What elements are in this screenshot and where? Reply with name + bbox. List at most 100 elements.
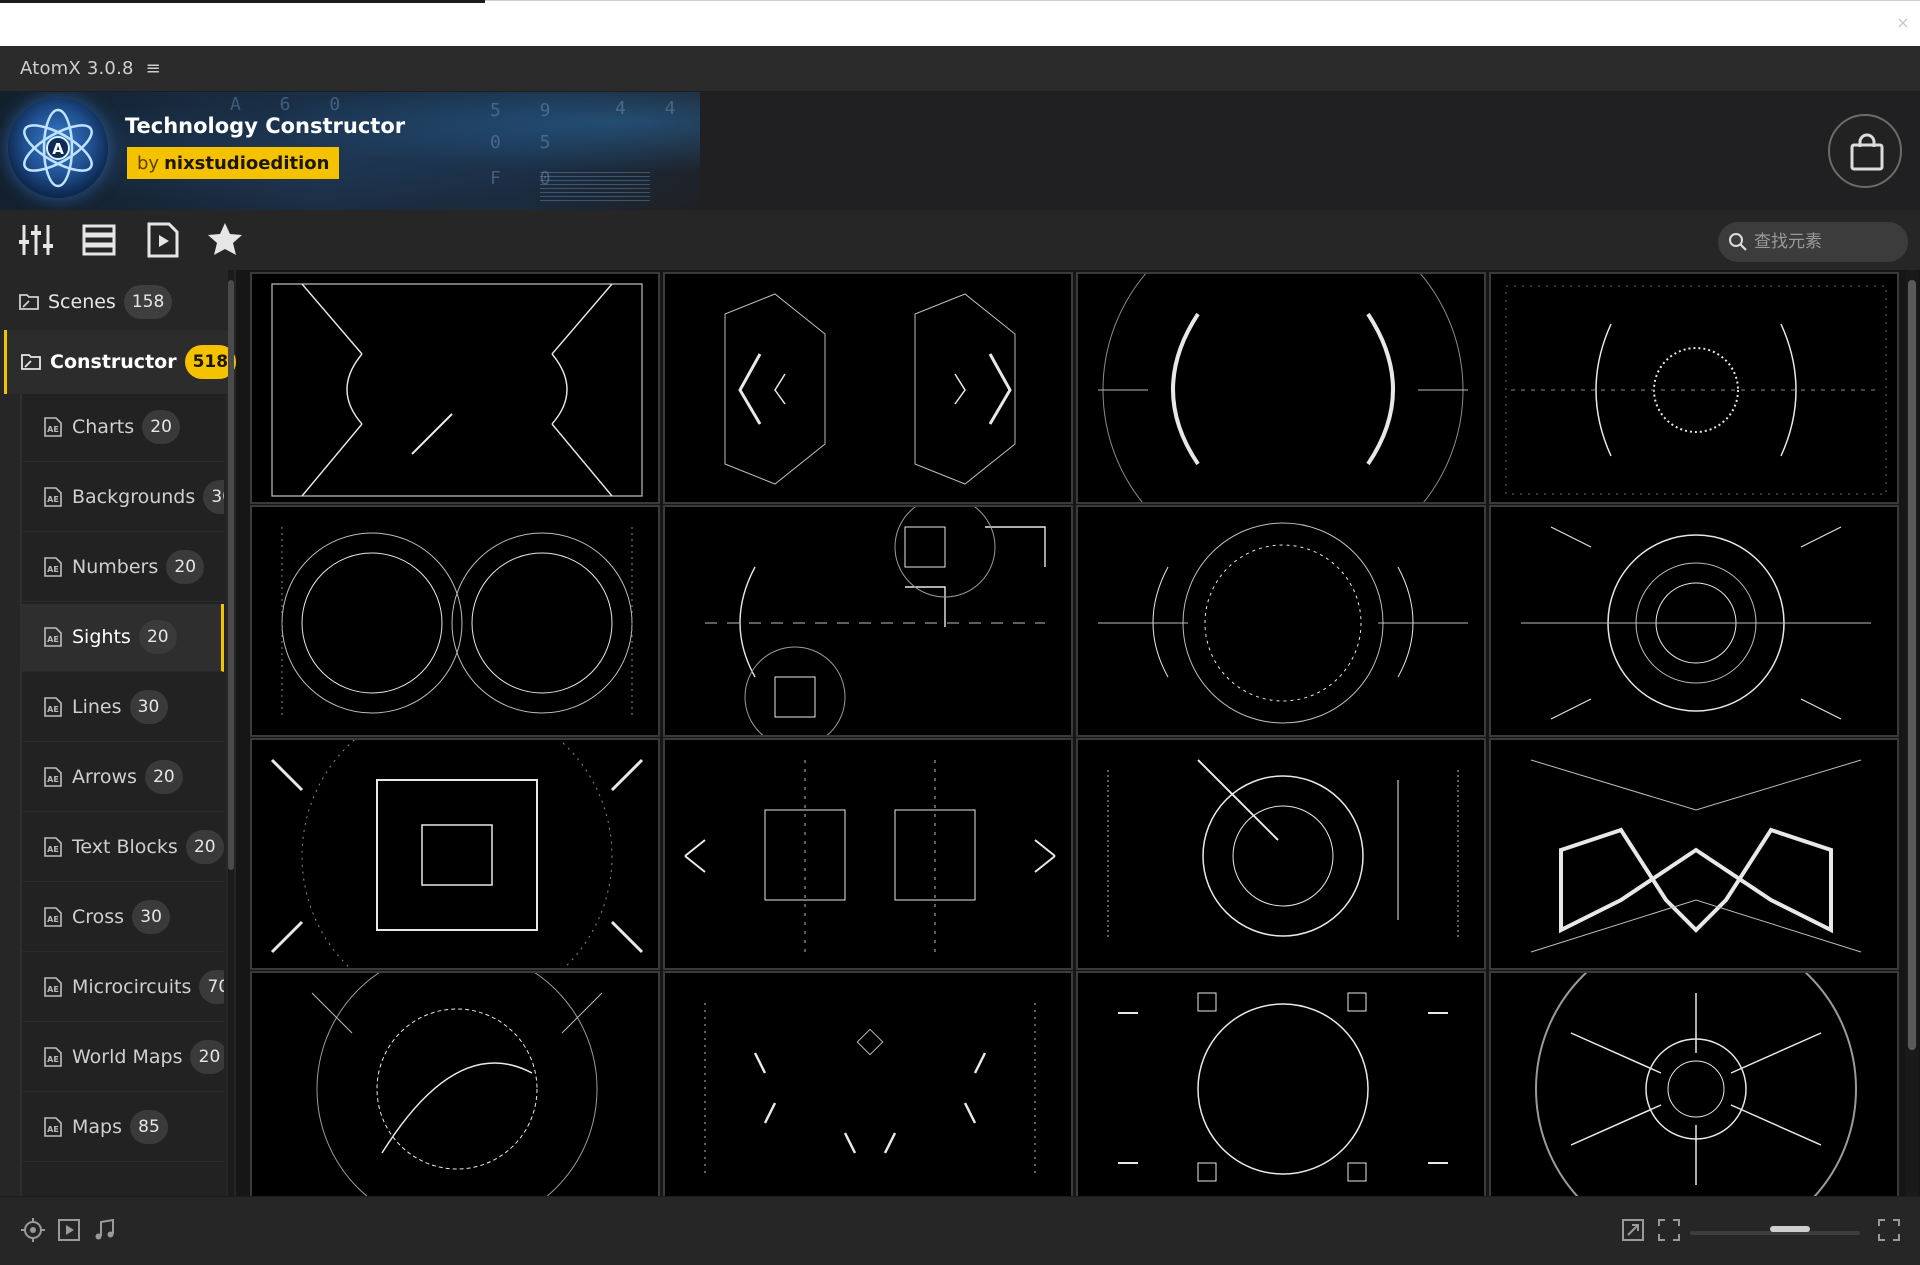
sidebar-item-content: AE Lines 30 (42, 690, 168, 724)
svg-text:AE: AE (47, 565, 59, 574)
scene-folder-icon (19, 294, 39, 310)
sidebar-item-microcircuits[interactable]: AE Microcircuits 70 (22, 954, 224, 1022)
sidebar-item-sights[interactable]: AE Sights 20 (22, 604, 224, 672)
hud-sight-graphic (271, 283, 643, 497)
hud-sight-graphic (704, 1003, 1036, 1173)
favorites-star-icon[interactable] (205, 220, 245, 260)
preview-icon[interactable] (143, 220, 183, 260)
sidebar-item-count: 20 (142, 410, 181, 444)
shop-button[interactable] (1828, 114, 1902, 188)
hud-sight-graphic (1521, 526, 1871, 720)
hud-sight-graphic (281, 527, 633, 719)
grid-scrollbar[interactable] (1906, 270, 1918, 1196)
sight-preview-13[interactable] (250, 971, 660, 1196)
music-icon[interactable] (92, 1217, 118, 1243)
sidebar-item-world-maps[interactable]: AE World Maps 20 (22, 1024, 224, 1092)
nav-constructor-label: Constructor (50, 351, 177, 373)
svg-text:AE: AE (47, 845, 59, 854)
top-divider (485, 0, 1920, 1)
ae-file-icon: AE (44, 697, 62, 717)
svg-text:AE: AE (47, 775, 59, 784)
sight-preview-09[interactable] (250, 738, 660, 970)
banner-decor-digits: A 6 0 (230, 94, 355, 115)
hamburger-menu-icon[interactable]: ≡ (146, 58, 161, 79)
target-icon[interactable] (20, 1217, 46, 1243)
sidebar-scrollbar[interactable] (228, 270, 234, 1196)
toolbar (0, 210, 1920, 270)
sight-preview-07[interactable] (1076, 505, 1486, 737)
sight-preview-01[interactable] (250, 272, 660, 504)
nav-scenes[interactable]: Scenes 158 (18, 282, 173, 322)
list-view-icon[interactable] (80, 220, 120, 260)
nav-scenes-label: Scenes (48, 291, 116, 313)
sight-preview-15[interactable] (1076, 971, 1486, 1196)
sliders-icon[interactable] (16, 220, 56, 260)
sidebar-item-arrows[interactable]: AE Arrows 20 (22, 744, 224, 812)
sight-preview-16[interactable] (1489, 971, 1899, 1196)
svg-text:AE: AE (47, 425, 59, 434)
sight-preview-10[interactable] (663, 738, 1073, 970)
sight-preview-05[interactable] (250, 505, 660, 737)
logo-letter: A (52, 140, 64, 158)
title-bar: AtomX 3.0.8 ≡ (0, 46, 1920, 92)
sidebar-item-count: 30 (203, 480, 224, 514)
sidebar-item-backgrounds[interactable]: AE Backgrounds 30 (22, 464, 224, 532)
sidebar-item-content: AE Arrows 20 (42, 760, 183, 794)
hud-sight-graphic (1535, 973, 1857, 1196)
pack-title: Technology Constructor (125, 114, 406, 138)
sidebar-item-label: Maps (72, 1116, 122, 1138)
sidebar-item-count: 20 (185, 830, 224, 864)
sidebar-scrollbar-thumb[interactable] (228, 280, 234, 870)
close-icon[interactable]: × (1892, 12, 1914, 34)
sidebar-item-text-blocks[interactable]: AE Text Blocks 20 (22, 814, 224, 882)
category-sidebar: Scenes 158 Constructor 518 AE Charts 20 AE B… (0, 270, 236, 1196)
sidebar-item-count: 70 (199, 970, 224, 1004)
sidebar-item-label: Charts (72, 416, 135, 438)
sight-preview-03[interactable] (1076, 272, 1486, 504)
grid-scrollbar-thumb[interactable] (1908, 280, 1916, 1050)
expand-icon[interactable] (1620, 1217, 1646, 1243)
sidebar-item-label: Numbers (72, 556, 159, 578)
sidebar-item-charts[interactable]: AE Charts 20 (22, 394, 224, 462)
ae-file-icon: AE (44, 557, 62, 577)
ae-file-icon: AE (44, 977, 62, 997)
ae-file-icon: AE (44, 1117, 62, 1137)
hud-sight-graphic (724, 293, 1016, 485)
sight-preview-02[interactable] (663, 272, 1073, 504)
sidebar-item-count: 20 (144, 760, 183, 794)
author-badge[interactable]: by nixstudioedition (127, 147, 340, 179)
constructor-folder-icon (21, 354, 41, 370)
fit-icon[interactable] (1656, 1217, 1682, 1243)
search-box[interactable] (1718, 222, 1908, 262)
author-prefix: by (137, 152, 160, 174)
sidebar-item-cross[interactable]: AE Cross 30 (22, 884, 224, 952)
sidebar-item-label: Text Blocks (72, 836, 178, 858)
zoom-slider-thumb[interactable] (1770, 1226, 1810, 1232)
sidebar-item-count: 30 (132, 900, 171, 934)
sight-preview-06[interactable] (663, 505, 1073, 737)
sidebar-item-lines[interactable]: AE Lines 30 (22, 674, 224, 742)
sight-preview-08[interactable] (1489, 505, 1899, 737)
hud-sight-graphic (1530, 759, 1862, 953)
sight-preview-04[interactable] (1489, 272, 1899, 504)
banner-decor-digits: 4 4 (615, 98, 690, 119)
preview-grid (250, 272, 1899, 1196)
sidebar-item-numbers[interactable]: AE Numbers 20 (22, 534, 224, 602)
nav-constructor[interactable]: Constructor 518 (20, 342, 236, 382)
hud-sight-graphic (311, 973, 603, 1196)
grid-size-icon[interactable] (1876, 1217, 1902, 1243)
ae-file-icon: AE (44, 1047, 62, 1067)
sight-preview-14[interactable] (663, 971, 1073, 1196)
os-top-strip: × (0, 0, 1920, 46)
play-icon[interactable] (56, 1217, 82, 1243)
sight-preview-12[interactable] (1489, 738, 1899, 970)
hud-sight-graphic (1118, 992, 1448, 1182)
sight-preview-11[interactable] (1076, 738, 1486, 970)
sidebar-item-maps[interactable]: AE Maps 85 (22, 1094, 224, 1162)
search-input[interactable] (1754, 232, 1894, 252)
ae-file-icon: AE (44, 767, 62, 787)
svg-text:AE: AE (47, 635, 59, 644)
sidebar-item-content: AE Backgrounds 30 (42, 480, 224, 514)
hud-sight-graphic (1098, 274, 1468, 502)
bottom-bar (0, 1196, 1920, 1265)
